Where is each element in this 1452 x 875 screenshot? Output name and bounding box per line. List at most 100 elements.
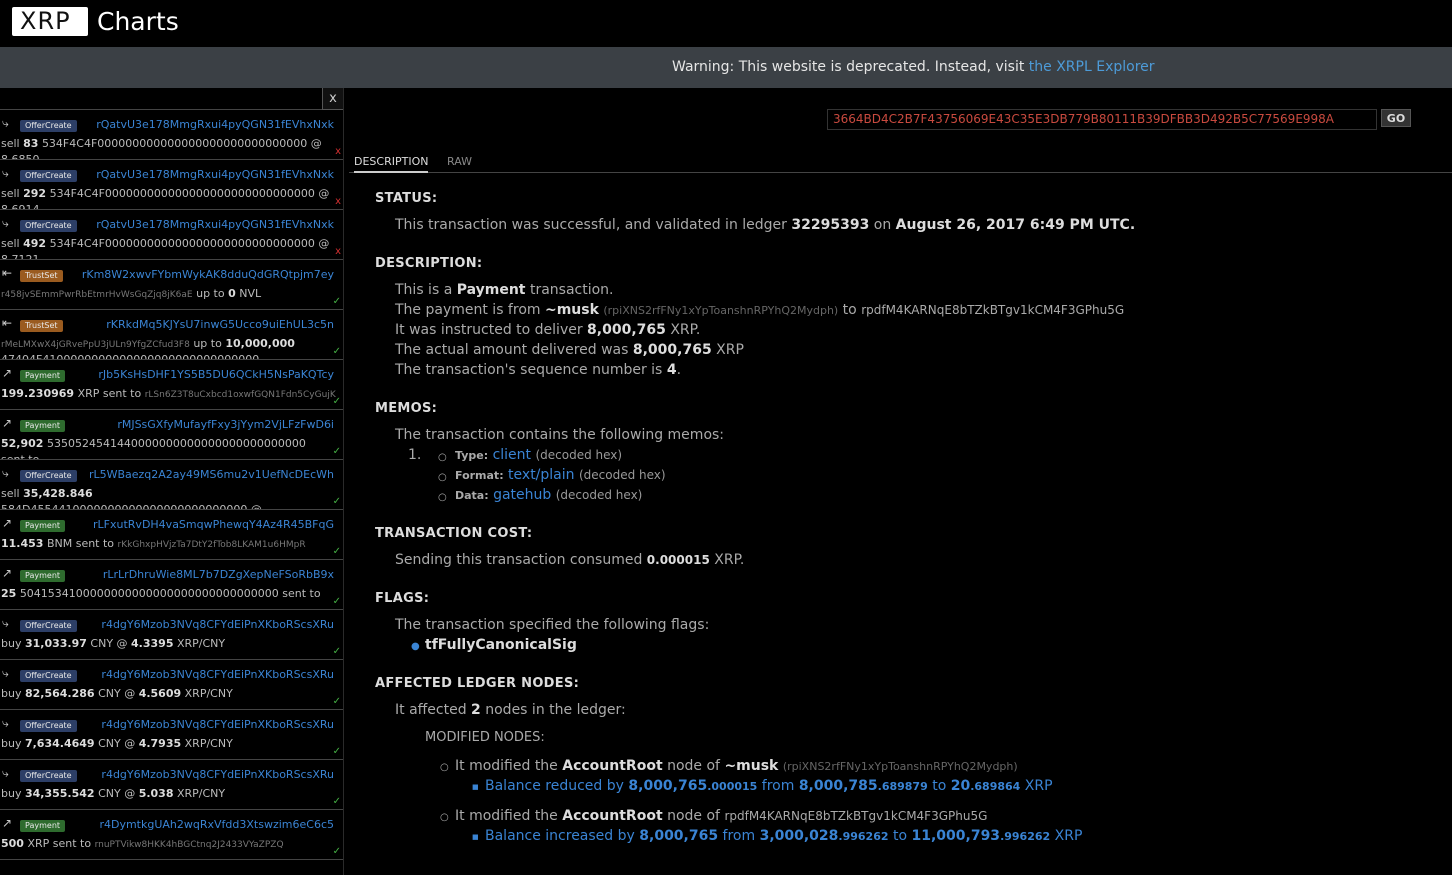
- success-check-icon: ✓: [332, 546, 341, 557]
- status-heading: STATUS:: [375, 191, 438, 206]
- feed-account-link[interactable]: r4dgY6Mzob3NVq8CFYdEiPnXKboRScsXRu: [101, 618, 334, 631]
- feed-account-link[interactable]: rKRkdMq5KJYsU7inwG5Ucco9uiEhUL3c5n: [106, 318, 334, 331]
- dest-account[interactable]: rpdfM4KARNqE8bTZkBTgv1kCM4F3GPhu5G: [861, 303, 1124, 317]
- node1-account[interactable]: (rpiXNS2rfFNy1xYpToanshnRPYhQ2Mydph): [783, 760, 1018, 773]
- transaction-detail-panel: 3664BD4C2B7F43756069E43C35E3DB779B80111B…: [345, 88, 1452, 875]
- from-name[interactable]: ~musk: [545, 302, 599, 318]
- feed-item[interactable]: ↗ Payment rJb5KsHsDHF1YS5B5DU6QCkH5NsPaKQT…: [0, 360, 343, 410]
- feed-item[interactable]: ⤷ OfferCreate r4dgY6Mzob3NVq8CFYdEiPnXKboR…: [0, 710, 343, 760]
- node1-b3-dec: .689864: [970, 780, 1021, 793]
- deprecation-warning-bar: Warning: This website is deprecated. Ins…: [0, 47, 1452, 88]
- memo-data-value: gatehub: [493, 487, 552, 503]
- memo-type-decoded: (decoded hex): [535, 448, 623, 462]
- desc-l2-pre: The payment is from: [395, 302, 545, 318]
- ledger-link[interactable]: 32295393: [791, 217, 869, 233]
- feed-item[interactable]: ⤷ OfferCreate r4dgY6Mzob3NVq8CFYdEiPnXKboR…: [0, 660, 343, 710]
- feed-account-link[interactable]: rQatvU3e178MmgRxui4pyQGN31fEVhxNxk: [96, 218, 334, 231]
- feed-account-link[interactable]: r4DymtkgUAh2wqRxVfdd3Xtswzim6eC6c5: [99, 818, 334, 831]
- logo-text: XRP: [20, 7, 71, 35]
- node1-mid: node of: [662, 758, 725, 774]
- feed-amount: 492: [23, 237, 47, 250]
- feed-account-link[interactable]: r4dgY6Mzob3NVq8CFYdEiPnXKboRScsXRu: [101, 718, 334, 731]
- feed-rest: CNY @: [98, 787, 136, 800]
- desc-line-from: The payment is from ~musk (rpiXNS2rfFNy1…: [395, 302, 1124, 318]
- feed-unit: XRP/CNY: [184, 737, 233, 750]
- feed-account-link[interactable]: r4dgY6Mzob3NVq8CFYdEiPnXKboRScsXRu: [101, 768, 334, 781]
- feed-item[interactable]: ⤷ OfferCreate r4dgY6Mzob3NVq8CFYdEiPnXKboR…: [0, 760, 343, 810]
- node2-unit: XRP: [1050, 828, 1083, 844]
- feed-account-link[interactable]: rL5WBaezq2A2ay49MS6mu2v1UefNcDEcWh: [89, 468, 334, 481]
- affected-count: 2: [471, 702, 481, 718]
- feed-small-account[interactable]: r458jvSEmmPwrRbEtmrHvWsGqZjq8jK6aE: [1, 290, 193, 300]
- from-account[interactable]: (rpiXNS2rfFNy1xYpToanshnRPYhQ2Mydph): [603, 304, 838, 317]
- feed-small-account[interactable]: rLSn6Z3T8uCxbcd1oxwfGQN1Fdn5CyGujK: [145, 390, 336, 400]
- feed-amount: 7,634.4649: [24, 737, 95, 750]
- feed-detail-line2: 584D4554410000000000000000000000000 @: [1, 503, 262, 510]
- xrp-logo[interactable]: XRP: [12, 7, 88, 36]
- transaction-type-icon: ⤷: [2, 666, 9, 680]
- failure-x-icon: x: [335, 196, 341, 207]
- feed-account-link[interactable]: rJb5KsHsDHF1YS5B5DU6QCkH5NsPaKQTcy: [98, 368, 334, 381]
- feed-account-link[interactable]: r4dgY6Mzob3NVq8CFYdEiPnXKboRScsXRu: [101, 668, 334, 681]
- feed-small-account[interactable]: rnuPTVikw8HKK4hBGCtnq2J2433VYaZPZQ: [95, 840, 284, 850]
- transaction-type-badge: Payment: [20, 520, 66, 532]
- flags-heading: FLAGS:: [375, 591, 430, 606]
- node2-account[interactable]: rpdfM4KARNqE8bTZkBTgv1kCM4F3GPhu5G: [724, 809, 987, 823]
- feed-rest: 534F4C4F000000000000000000000000000000 @: [49, 187, 330, 200]
- transaction-type-badge: OfferCreate: [20, 770, 77, 782]
- desc-l1-pre: This is a: [395, 282, 457, 298]
- memo-data-bullet: ○: [438, 492, 447, 503]
- feed-detail-line: sell 292 534F4C4F00000000000000000000000…: [1, 187, 329, 200]
- feed-rest: CNY @: [98, 687, 136, 700]
- feed-account-link[interactable]: rMJSsGXfyMufayfFxy3jYym2VjLFzFwD6i: [117, 418, 334, 431]
- feed-item[interactable]: ↗ Payment rLFxutRvDH4vaSmqwPhewqY4Az4R45BF…: [0, 510, 343, 560]
- feed-unit: XRP/CNY: [176, 787, 226, 800]
- feed-detail-line: buy 31,033.97 CNY @ 4.3395 XRP/CNY: [1, 637, 225, 650]
- feed-detail-line2: 8.6914: [1, 203, 40, 210]
- feed-account-link[interactable]: rQatvU3e178MmgRxui4pyQGN31fEVhxNxk: [96, 118, 334, 131]
- memo-number: 1.: [408, 447, 422, 463]
- feed-item[interactable]: ⤷ OfferCreate r4dgY6Mzob3NVq8CFYdEiPnXKboR…: [0, 610, 343, 660]
- feed-account-link[interactable]: rLrLrDhruWie8ML7b7DZgXepNeFSoRbB9x: [103, 568, 334, 581]
- feed-item[interactable]: ⤷ OfferCreate rQatvU3e178MmgRxui4pyQGN31fE…: [0, 160, 343, 210]
- feed-small-account[interactable]: rMeLMXwX4jGRvePpU3jULn9YfgZCfud3F8: [1, 340, 190, 350]
- node1-unit: XRP: [1020, 778, 1053, 794]
- close-feed-button[interactable]: x: [322, 88, 343, 110]
- node1-type: AccountRoot: [562, 758, 663, 774]
- feed-detail-line: sell 35,428.846: [1, 487, 93, 500]
- feed-item[interactable]: ↗ Payment rLrLrDhruWie8ML7b7DZgXepNeFSoRbB…: [0, 560, 343, 610]
- memo-data-line: Data: gatehub (decoded hex): [455, 487, 642, 503]
- feed-amount: 35,428.846: [23, 487, 93, 500]
- feed-item[interactable]: ↗ Payment r4DymtkgUAh2wqRxVfdd3Xtswzim6eC6…: [0, 810, 343, 860]
- node1-name[interactable]: ~musk: [724, 758, 778, 774]
- feed-item[interactable]: ⤷ OfferCreate rQatvU3e178MmgRxui4pyQGN31fE…: [0, 110, 343, 160]
- success-check-icon: ✓: [332, 796, 341, 807]
- memo-type-value: client: [492, 447, 532, 463]
- tab-raw[interactable]: RAW: [447, 155, 472, 168]
- xrpl-explorer-link[interactable]: the XRPL Explorer: [1029, 59, 1155, 75]
- go-button[interactable]: GO: [1381, 109, 1411, 127]
- tab-description[interactable]: DESCRIPTION: [354, 155, 429, 173]
- transaction-type-badge: OfferCreate: [20, 620, 77, 632]
- feed-account-link[interactable]: rKm8W2xwvFYbmWykAK8dduQdGRQtpjm7ey: [82, 268, 334, 281]
- feed-verb: sell: [1, 187, 20, 200]
- memo-format-value: text/plain: [508, 467, 575, 483]
- transaction-type-badge: Payment: [20, 420, 66, 432]
- desc-l5-post: .: [676, 362, 682, 378]
- feed-account-link[interactable]: rLFxutRvDH4vaSmqwPhewqY4Az4R45BFqG: [93, 518, 334, 531]
- feed-item[interactable]: ⤷ OfferCreate rL5WBaezq2A2ay49MS6mu2v1UefN…: [0, 460, 343, 510]
- status-on: on: [869, 217, 896, 233]
- feed-item[interactable]: ⤷ OfferCreate rQatvU3e178MmgRxui4pyQGN31fE…: [0, 210, 343, 260]
- feed-item[interactable]: ⇤ TrustSet rKRkdMq5KJYsU7inwG5Ucco9uiEhUL3…: [0, 310, 343, 360]
- affected-pre: It affected: [395, 702, 472, 718]
- feed-amount: 10,000,000: [225, 337, 295, 350]
- feed-small-account[interactable]: rKkGhxpHVjzTa7DtY2fTob8LKAM1u6HMpR: [118, 540, 306, 550]
- feed-account-link[interactable]: rQatvU3e178MmgRxui4pyQGN31fEVhxNxk: [96, 168, 334, 181]
- transaction-hash-input[interactable]: 3664BD4C2B7F43756069E43C35E3DB779B80111B…: [827, 109, 1377, 130]
- feed-item[interactable]: ↗ Payment rMJSsGXfyMufayfFxy3jYym2VjLFzFwD…: [0, 410, 343, 460]
- feed-amount: 82,564.286: [24, 687, 95, 700]
- feed-item[interactable]: ⇤ TrustSet rKm8W2xwvFYbmWykAK8dduQdGRQtpjm…: [0, 260, 343, 310]
- feed-rest: 5041534100000000000000000000000000000 se…: [19, 587, 321, 600]
- description-heading: DESCRIPTION:: [375, 256, 483, 271]
- node1-bal-pre: Balance reduced by: [485, 778, 629, 794]
